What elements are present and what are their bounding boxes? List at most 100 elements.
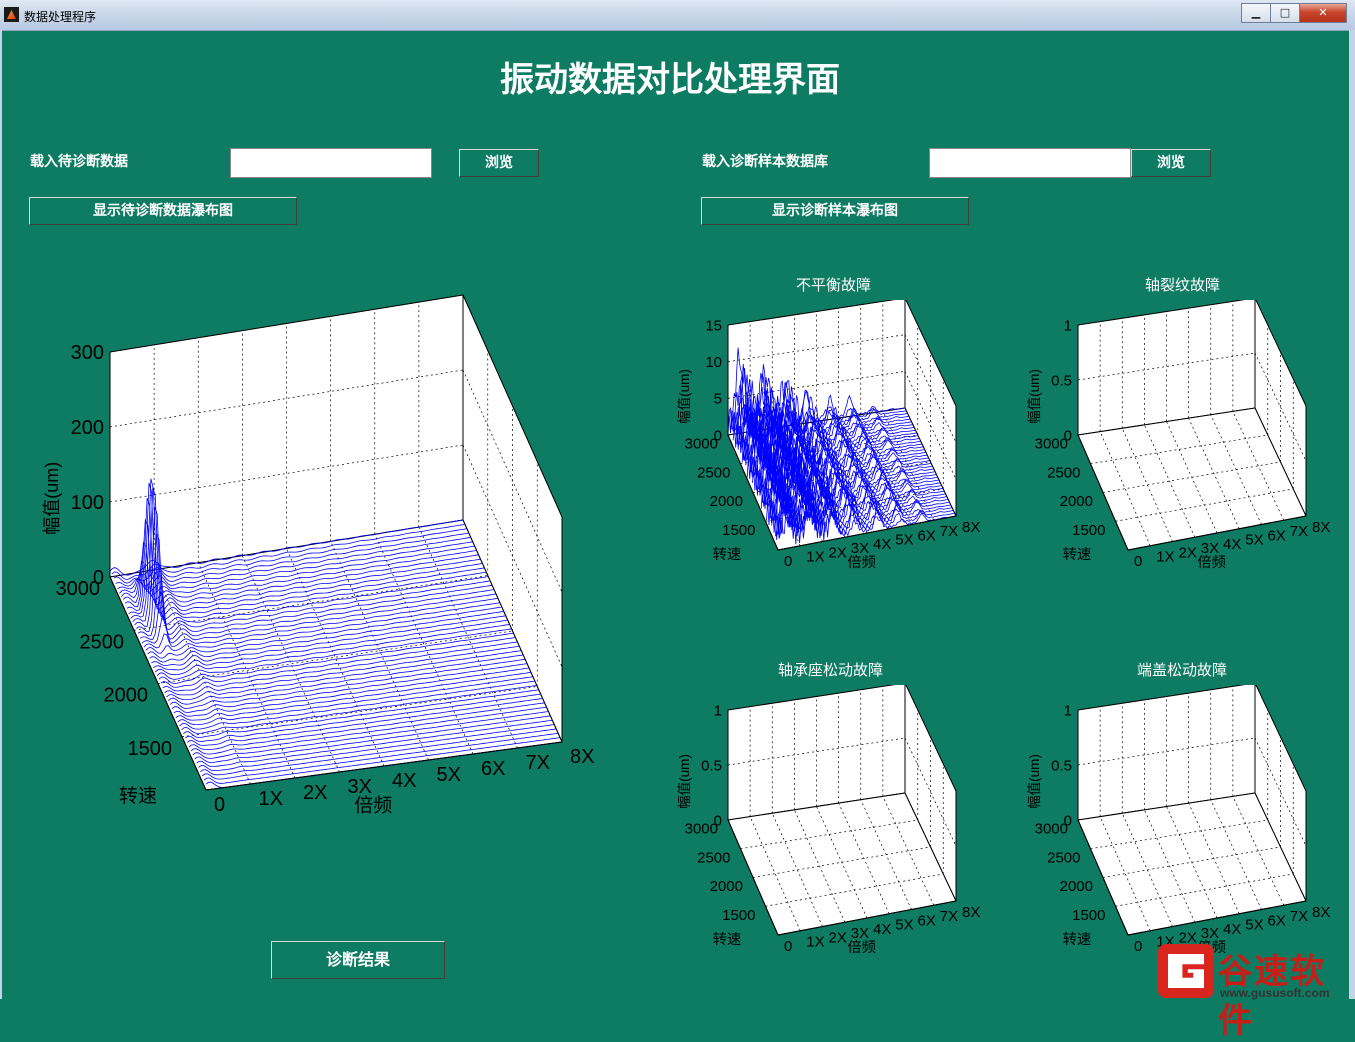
z-axis-label: 幅值(um) [677, 369, 692, 424]
x-tick-label: 8X [962, 904, 980, 921]
x-tick-label: 5X [895, 532, 913, 549]
end-cover-loose-waterfall-chart[interactable]: 00.5130002500200015000 1X 2X 3X 4X 5X 6X 7X 8X幅值… [1020, 685, 1350, 970]
gususoft-watermark-logo: 谷速软件 www.gususoft.com [1158, 942, 1355, 1041]
z-tick-label: 100 [71, 492, 104, 514]
z-tick-label: 1 [1064, 317, 1072, 334]
x-tick-label: 6X [918, 912, 936, 929]
z-axis-label: 幅值(um) [1027, 369, 1042, 424]
main-waterfall-chart[interactable]: 010020030030002500200015000 1X 2X 3X 4X 5X 6X 7… [30, 290, 630, 850]
x-tick-label: 6X [918, 527, 936, 544]
x-tick-label: 0 [784, 938, 792, 955]
chart-title-unbalance: 不平衡故障 [796, 276, 872, 294]
diagnose-data-path-input[interactable] [230, 148, 432, 178]
x-axis-label: 倍频 [847, 554, 876, 571]
x-tick-label: 0 [1134, 938, 1142, 955]
window-title: 数据处理程序 [24, 10, 97, 24]
load-diagnose-data-label: 载入待诊断数据 [30, 154, 128, 170]
x-tick-label: 1X [259, 788, 283, 810]
y-tick-label: 1500 [722, 907, 755, 924]
browse-diagnose-data-button[interactable]: 浏览 [459, 149, 539, 177]
x-tick-label: 4X [873, 536, 891, 553]
load-sample-db-label: 载入诊断样本数据库 [702, 154, 828, 170]
watermark-url: www.gususoft.com [1220, 986, 1330, 1000]
x-axis-label: 倍频 [354, 794, 392, 816]
y-tick-label: 1500 [128, 738, 173, 760]
x-tick-label: 7X [526, 752, 550, 774]
z-tick-label: 1 [714, 702, 722, 719]
y-tick-label: 3000 [685, 821, 718, 838]
browse-sample-db-button[interactable]: 浏览 [1131, 149, 1211, 177]
bearing-seat-loose-waterfall-chart[interactable]: 00.5130002500200015000 1X 2X 3X 4X 5X 6X 7X 8X幅值… [670, 685, 1000, 970]
x-axis-label: 倍频 [1197, 554, 1226, 571]
chart-title-bearing-seat-loose: 轴承座松动故障 [778, 661, 884, 679]
gususoft-g-icon [1158, 944, 1214, 998]
x-tick-label: 8X [962, 519, 980, 536]
x-axis-label: 倍频 [847, 939, 876, 956]
x-tick-label: 8X [1312, 904, 1330, 921]
z-tick-label: 5 [714, 391, 722, 408]
y-tick-label: 2500 [697, 849, 730, 866]
diagnose-result-button[interactable]: 诊断结果 [271, 941, 445, 979]
minimize-button[interactable]: ▁ [1241, 3, 1271, 23]
x-tick-label: 5X [895, 917, 913, 934]
y-axis-label: 转速 [1063, 546, 1092, 563]
y-tick-label: 1500 [1072, 522, 1105, 539]
z-tick-label: 15 [705, 317, 722, 334]
x-tick-label: 6X [1268, 527, 1286, 544]
y-tick-label: 2500 [1047, 464, 1080, 481]
x-tick-label: 1X [806, 934, 824, 951]
x-tick-label: 4X [873, 921, 891, 938]
x-tick-label: 2X [829, 929, 847, 946]
page-title: 振动数据对比处理界面 [500, 60, 840, 100]
z-tick-label: 10 [705, 354, 722, 371]
close-button[interactable]: ✕ [1299, 3, 1347, 23]
window-titlebar: 数据处理程序 ▁ □ ✕ [0, 0, 1355, 31]
show-diagnose-waterfall-button[interactable]: 显示待诊断数据瀑布图 [29, 197, 297, 225]
x-tick-label: 8X [570, 746, 594, 768]
x-tick-label: 0 [1134, 553, 1142, 570]
x-tick-label: 6X [481, 758, 505, 780]
x-tick-label: 7X [940, 908, 958, 925]
y-axis-label: 转速 [713, 546, 742, 563]
x-tick-label: 5X [1245, 917, 1263, 934]
y-axis-label: 转速 [119, 785, 157, 807]
x-tick-label: 2X [829, 544, 847, 561]
chart-title-end-cover-loose: 端盖松动故障 [1137, 661, 1228, 679]
y-tick-label: 2500 [80, 631, 125, 653]
x-tick-label: 0 [784, 553, 792, 570]
sample-db-path-input[interactable] [929, 148, 1131, 178]
y-tick-label: 2500 [1047, 849, 1080, 866]
matlab-app-icon [4, 7, 19, 22]
x-tick-label: 2X [303, 782, 327, 804]
z-tick-label: 1 [1064, 702, 1072, 719]
y-tick-label: 2500 [697, 464, 730, 481]
x-tick-label: 2X [1179, 544, 1197, 561]
y-tick-label: 3000 [56, 578, 101, 600]
z-axis-label: 幅值(um) [1027, 754, 1042, 809]
unbalance-waterfall-chart[interactable]: 05101530002500200015000 1X 2X 3X 4X 5X 6X 7X 8X幅… [670, 300, 1000, 585]
x-tick-label: 7X [940, 523, 958, 540]
y-tick-label: 1500 [1072, 907, 1105, 924]
y-tick-label: 2000 [710, 878, 743, 895]
x-tick-label: 6X [1268, 912, 1286, 929]
maximize-button[interactable]: □ [1270, 3, 1300, 23]
x-tick-label: 5X [1245, 532, 1263, 549]
x-tick-label: 4X [1223, 536, 1241, 553]
window-frame-left [0, 30, 2, 999]
x-tick-label: 1X [806, 549, 824, 566]
show-sample-waterfall-button[interactable]: 显示诊断样本瀑布图 [701, 197, 969, 225]
z-tick-label: 0.5 [701, 757, 722, 774]
y-tick-label: 2000 [1060, 493, 1093, 510]
x-tick-label: 8X [1312, 519, 1330, 536]
y-tick-label: 2000 [1060, 878, 1093, 895]
shaft-crack-waterfall-chart[interactable]: 00.5130002500200015000 1X 2X 3X 4X 5X 6X 7X 8X幅值… [1020, 300, 1350, 585]
x-tick-label: 5X [437, 764, 461, 786]
z-axis-label: 幅值(um) [42, 462, 62, 535]
x-tick-label: 7X [1290, 523, 1308, 540]
y-axis-label: 转速 [713, 931, 742, 948]
z-tick-label: 200 [71, 417, 104, 439]
y-tick-label: 3000 [1035, 821, 1068, 838]
z-tick-label: 300 [71, 342, 104, 364]
chart-title-shaft-crack: 轴裂纹故障 [1145, 276, 1221, 294]
x-tick-label: 1X [1156, 549, 1174, 566]
